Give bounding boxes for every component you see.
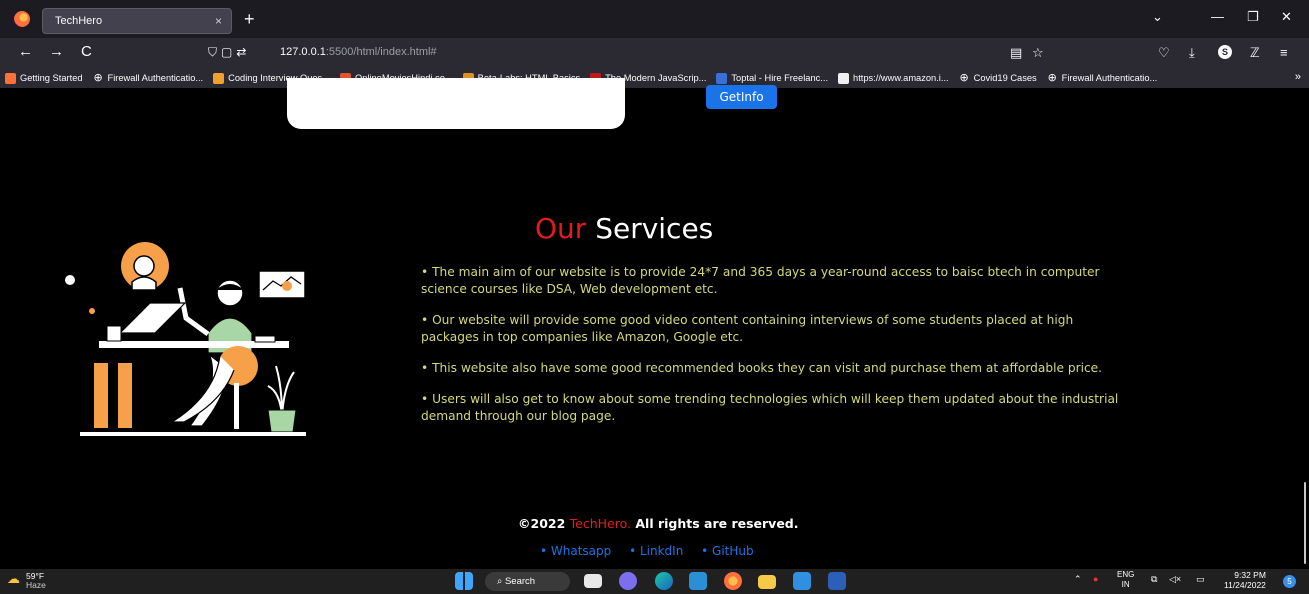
new-tab-button[interactable]: + [244, 9, 255, 29]
getinfo-card: GetInfo [287, 78, 777, 129]
copyright-prefix: ©2022 [518, 516, 570, 531]
taskbar: ☁ 59°F Haze ⌕ Search ⌃ ● ENG IN ⧉ ◁× ▭ 9… [0, 569, 1309, 594]
extensions-icon[interactable]: ℤ [1250, 45, 1260, 61]
mail-icon[interactable] [689, 572, 707, 590]
toptal-icon [716, 72, 728, 84]
page-content: GetInfo Our Services • The main aim of o… [0, 78, 1309, 569]
battery-icon[interactable]: ▭ [1196, 574, 1205, 585]
bookmark-label: Covid19 Cases [973, 73, 1037, 83]
service-item: • Users will also get to know about some… [421, 392, 1119, 423]
person-at-desk-illustration [65, 242, 306, 436]
url-path: :5500/html/index.html# [325, 46, 437, 58]
scrollbar[interactable] [1304, 482, 1306, 564]
bookmark-item[interactable]: ⊕ Firewall Authenticatio... [1046, 71, 1158, 84]
permissions-icon: ⇄ [236, 45, 251, 59]
amazon-icon [838, 72, 850, 84]
url-security-icons[interactable]: ⛉▢⇄ [208, 45, 250, 60]
minimize-icon[interactable]: — [1211, 9, 1224, 24]
globe-icon: ⊕ [1046, 71, 1058, 84]
globe-icon: ⊕ [92, 71, 104, 84]
list-tabs-icon[interactable]: ⌄ [1152, 9, 1163, 25]
teams-chat-icon[interactable] [619, 572, 637, 590]
services-list: • The main aim of our website is to prov… [421, 264, 1121, 439]
clock-time: 9:32 PM [1234, 570, 1266, 580]
service-item: • The main aim of our website is to prov… [421, 265, 1100, 296]
getinfo-button[interactable]: GetInfo [706, 85, 777, 109]
language-indicator[interactable]: ENG IN [1117, 570, 1134, 590]
bookmark-label: Getting Started [20, 73, 83, 83]
whatsapp-link[interactable]: • Whatsapp [540, 544, 611, 558]
bookmark-label: Toptal - Hire Freelanc... [731, 73, 829, 83]
windows-start-icon[interactable] [455, 572, 473, 590]
firefox-taskbar-icon[interactable] [724, 572, 742, 590]
navigation-bar: ← → C ⛉▢⇄ 127.0.0.1:5500/html/index.html… [0, 38, 1309, 68]
language-sub: IN [1121, 580, 1130, 589]
close-window-icon[interactable]: ✕ [1281, 9, 1292, 25]
cc-icon [213, 72, 225, 84]
notification-badge[interactable]: 5 [1283, 575, 1296, 588]
file-explorer-icon[interactable] [758, 575, 776, 589]
url-bar[interactable]: 127.0.0.1:5500/html/index.html# [280, 46, 437, 58]
footer-copyright: ©2022 TechHero. All rights are reserved. [518, 516, 799, 531]
linkedin-link[interactable]: • LinkdIn [629, 544, 683, 558]
bookmark-label: https://www.amazon.i... [853, 73, 949, 83]
globe-icon: ⊕ [958, 71, 970, 84]
download-icon[interactable]: ⤓ [1189, 45, 1195, 61]
service-item: • This website also have some good recom… [421, 361, 1103, 375]
url-host: 127.0.0.1 [280, 46, 326, 58]
back-button[interactable]: ← [18, 43, 33, 61]
tab-strip: TechHero × + ⌄ — ❐ ✕ [0, 0, 1309, 38]
tab-close-icon[interactable]: × [215, 9, 222, 33]
language-label: ENG [1117, 570, 1135, 579]
bookmark-label: Firewall Authenticatio... [107, 73, 204, 83]
bookmarks-overflow-icon[interactable]: » [1295, 71, 1301, 83]
reader-view-icon[interactable]: ▤ [1010, 45, 1022, 61]
reload-button[interactable]: C [81, 43, 92, 61]
bookmarks-toolbar: Getting Started ⊕ Firewall Authenticatio..… [0, 68, 1309, 88]
forward-button[interactable]: → [49, 43, 64, 61]
cloud-sun-icon: ☁ [7, 571, 20, 586]
page-icon: ▢ [221, 45, 237, 59]
bookmark-item[interactable]: https://www.amazon.i... [838, 72, 949, 84]
bookmark-item[interactable]: Getting Started [5, 72, 83, 84]
bookmark-item[interactable]: ⊕ Firewall Authenticatio... [92, 71, 204, 84]
edge-icon[interactable] [655, 572, 673, 590]
weather-condition: Haze [26, 580, 46, 590]
search-label: Search [504, 576, 536, 587]
title-highlight: Our [535, 212, 587, 245]
tab-title: TechHero [55, 15, 103, 27]
services-title: Our Services [535, 212, 713, 245]
bookmark-item[interactable]: Toptal - Hire Freelanc... [716, 72, 829, 84]
vscode-icon[interactable] [793, 572, 811, 590]
copyright-suffix: All rights are reserved. [631, 516, 799, 531]
volume-icon[interactable]: ◁× [1169, 574, 1181, 585]
bookmark-star-icon[interactable]: ☆ [1032, 45, 1044, 61]
menu-icon[interactable]: ≡ [1280, 45, 1288, 60]
footer-brand: TechHero. [569, 516, 632, 531]
search-icon: ⌕ [497, 576, 505, 587]
taskbar-search[interactable]: ⌕ Search [485, 572, 570, 591]
pocket-icon[interactable]: ♡ [1158, 45, 1170, 61]
title-rest: Services [586, 212, 714, 245]
word-icon[interactable] [828, 572, 846, 590]
network-icon[interactable]: ⧉ [1151, 574, 1157, 585]
firefox-logo-icon [14, 11, 30, 27]
footer-links: • Whatsapp • LinkdIn • GitHub [540, 544, 768, 558]
clock-date: 11/24/2022 [1224, 580, 1266, 590]
bookmark-item[interactable]: ⊕ Covid19 Cases [958, 71, 1037, 84]
tray-app-icon[interactable]: ● [1093, 574, 1098, 584]
tray-chevron-icon[interactable]: ⌃ [1074, 574, 1082, 585]
github-link[interactable]: • GitHub [701, 544, 753, 558]
clock[interactable]: 9:32 PM 11/24/2022 [1224, 570, 1266, 590]
account-icon[interactable]: S [1218, 45, 1232, 59]
task-view-icon[interactable] [584, 574, 602, 588]
firefox-icon [5, 72, 16, 84]
shield-icon: ⛉ [208, 45, 222, 59]
bookmark-label: Firewall Authenticatio... [1061, 73, 1158, 83]
service-item: • Our website will provide some good vid… [421, 313, 1074, 344]
browser-tab[interactable]: TechHero × [42, 8, 232, 34]
restore-icon[interactable]: ❐ [1247, 9, 1259, 25]
